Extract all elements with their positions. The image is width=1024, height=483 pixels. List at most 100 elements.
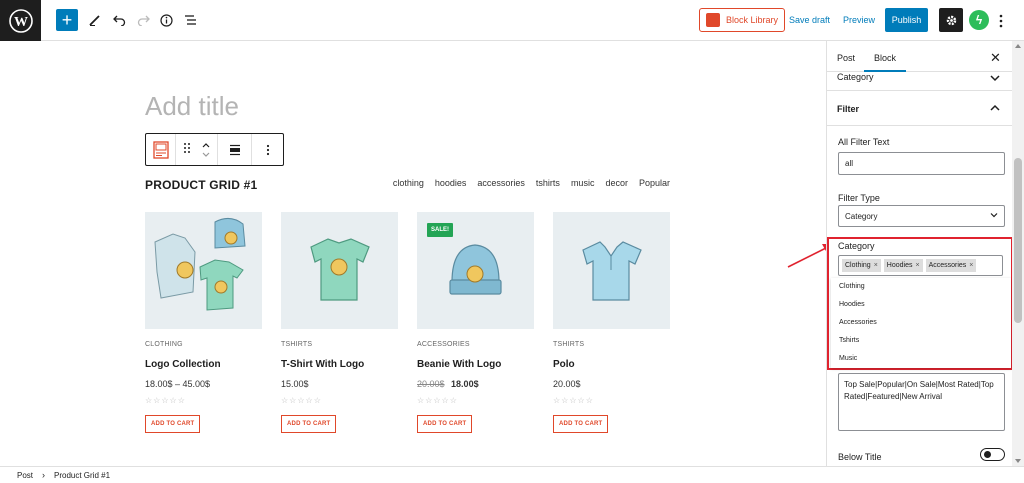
toggle-knob — [984, 451, 991, 458]
price-value: 20.00$ — [553, 379, 581, 389]
suggestion-tshirts[interactable]: Tshirts — [831, 332, 1011, 350]
product-name[interactable]: Logo Collection — [145, 359, 262, 370]
all-filter-text-input[interactable]: all — [838, 152, 1005, 175]
filter-actions-textarea[interactable]: Top Sale|Popular|On Sale|Most Rated|Top … — [838, 373, 1005, 431]
suggestion-accessories[interactable]: Accessories — [831, 314, 1011, 332]
details-info-icon[interactable] — [159, 8, 173, 32]
publish-button[interactable]: Publish — [885, 8, 928, 32]
category-token-field[interactable]: Clothing × Hoodies × Accessories × — [838, 255, 1003, 276]
remove-token-icon[interactable]: × — [969, 262, 973, 269]
tab-block[interactable]: Block — [874, 53, 896, 63]
block-library-button[interactable]: Block Library — [699, 8, 785, 32]
undo-icon[interactable] — [112, 8, 126, 32]
product-price: 15.00$ — [281, 379, 398, 389]
move-up-down-icon[interactable] — [201, 142, 211, 158]
filter-accessories[interactable]: accessories — [477, 178, 525, 188]
remove-token-icon[interactable]: × — [874, 262, 878, 269]
plugin-bolt-icon[interactable]: ϟ — [969, 10, 989, 30]
breadcrumb-product-grid[interactable]: Product Grid #1 — [54, 471, 110, 480]
chevron-down-icon — [990, 213, 998, 218]
filter-hoodies[interactable]: hoodies — [435, 178, 467, 188]
suggestion-music[interactable]: Music — [831, 350, 1011, 368]
add-to-cart-button[interactable]: ADD TO CART — [417, 415, 473, 433]
drag-handle-icon[interactable] — [183, 141, 191, 159]
product-category: ACCESSORIES — [417, 341, 470, 348]
product-card: TSHIRTS T-Shirt With Logo 15.00$ ☆☆☆☆☆ A… — [281, 212, 398, 433]
category-token: Accessories × — [925, 259, 977, 272]
product-name[interactable]: Beanie With Logo — [417, 359, 534, 370]
chevron-up-icon — [990, 104, 1000, 111]
settings-gear-icon[interactable] — [939, 8, 963, 32]
sale-badge: SALE! — [427, 223, 453, 237]
sidebar-scrollbar[interactable] — [1012, 41, 1024, 466]
save-draft-button[interactable]: Save draft — [789, 15, 830, 25]
product-grid-title: PRODUCT GRID #1 — [145, 178, 258, 192]
drag-move-controls — [176, 134, 218, 165]
product-image-polo[interactable] — [553, 212, 670, 329]
breadcrumb: Post › Product Grid #1 — [0, 466, 1024, 483]
wordpress-logo-icon[interactable]: W — [0, 0, 41, 41]
filter-panel-header[interactable]: Filter — [827, 91, 1013, 126]
align-icon[interactable] — [218, 134, 252, 165]
product-name[interactable]: Polo — [553, 359, 670, 370]
price-value: 15.00$ — [281, 379, 309, 389]
token-label: Clothing — [845, 262, 871, 269]
token-label: Hoodies — [886, 262, 913, 269]
category-field-label: Category — [838, 241, 875, 251]
filter-tshirts[interactable]: tshirts — [536, 178, 560, 188]
price-value: 18.00$ – 45.00$ — [145, 379, 211, 389]
product-category: TSHIRTS — [281, 341, 313, 348]
category-token: Hoodies × — [883, 259, 923, 272]
product-image-hoodie-set[interactable] — [145, 212, 262, 329]
token-label: Accessories — [928, 262, 967, 269]
product-image-tshirt[interactable] — [281, 212, 398, 329]
block-toolbar — [145, 133, 284, 166]
breadcrumb-post[interactable]: Post — [17, 471, 33, 480]
category-panel-header[interactable]: Category — [827, 72, 1013, 91]
editor-top-toolbar: W + Block Library Save draft Preview Pub… — [0, 0, 1024, 41]
filter-decor[interactable]: decor — [605, 178, 628, 188]
product-price: 20.00$ — [553, 379, 670, 389]
below-title-label: Below Title — [838, 452, 882, 462]
suggestion-hoodies[interactable]: Hoodies — [831, 296, 1011, 314]
filter-type-label: Filter Type — [838, 193, 880, 203]
filter-popular[interactable]: Popular — [639, 178, 670, 188]
redo-icon[interactable] — [136, 8, 150, 32]
list-view-icon[interactable] — [183, 8, 197, 32]
block-library-label: Block Library — [726, 15, 779, 25]
filter-type-select[interactable]: Category — [838, 205, 1005, 227]
product-card: SALE! ACCESSORIES Beanie With Logo 20.00… — [417, 212, 534, 433]
filter-music[interactable]: music — [571, 178, 595, 188]
remove-token-icon[interactable]: × — [915, 262, 919, 269]
scrollbar-thumb[interactable] — [1014, 158, 1022, 323]
more-options-icon[interactable] — [996, 12, 1006, 30]
add-to-cart-button[interactable]: ADD TO CART — [281, 415, 337, 433]
product-filter-list: clothing hoodies accessories tshirts mus… — [393, 178, 670, 188]
add-to-cart-button[interactable]: ADD TO CART — [553, 415, 609, 433]
product-card: CLOTHING Logo Collection 18.00$ – 45.00$… — [145, 212, 262, 433]
close-icon[interactable]: ✕ — [990, 50, 1001, 66]
rating-stars-icon: ☆☆☆☆☆ — [281, 396, 322, 405]
old-price: 20.00$ — [417, 379, 445, 389]
tools-pencil-icon[interactable] — [88, 8, 102, 32]
below-title-toggle[interactable] — [980, 448, 1005, 461]
add-block-button[interactable]: + — [56, 9, 78, 31]
add-to-cart-button[interactable]: ADD TO CART — [145, 415, 201, 433]
category-panel-label: Category — [837, 72, 874, 82]
filter-panel-label: Filter — [837, 104, 860, 114]
product-image-beanie[interactable]: SALE! — [417, 212, 534, 329]
post-title-placeholder[interactable]: Add title — [145, 91, 239, 122]
suggestion-clothing[interactable]: Clothing — [831, 278, 1011, 296]
sidebar-tabs: Post Block ✕ — [827, 41, 1024, 72]
product-grid-block-icon[interactable] — [146, 134, 176, 165]
category-token: Clothing × — [842, 259, 881, 272]
tab-post[interactable]: Post — [837, 53, 855, 63]
product-name[interactable]: T-Shirt With Logo — [281, 359, 398, 370]
filter-clothing[interactable]: clothing — [393, 178, 424, 188]
product-price: 20.00$ 18.00$ — [417, 379, 534, 389]
scroll-up-arrow-icon[interactable] — [1015, 44, 1021, 48]
preview-button[interactable]: Preview — [843, 15, 875, 25]
block-options-icon[interactable] — [252, 134, 283, 165]
scroll-down-arrow-icon[interactable] — [1015, 459, 1021, 463]
editor-canvas: Add title PRODUCT GRID #1 clothing hoodi… — [0, 41, 826, 466]
